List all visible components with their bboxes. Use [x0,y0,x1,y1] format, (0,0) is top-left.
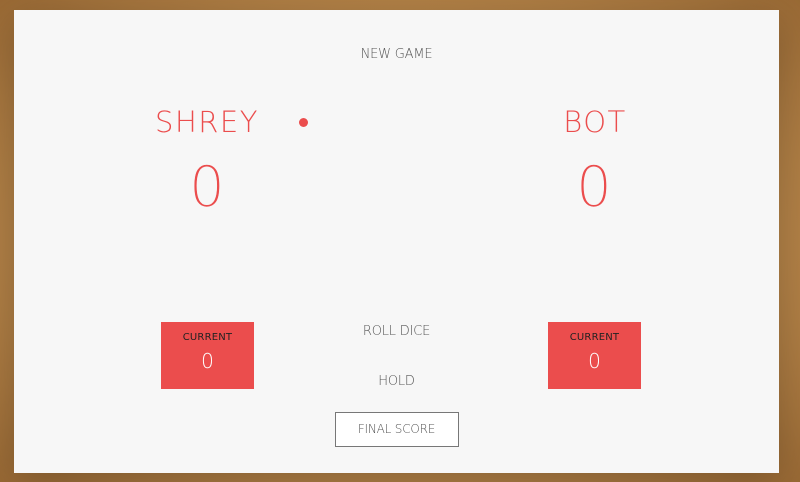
active-player-indicator [299,118,308,127]
final-score-button[interactable]: FINAL SCORE [334,412,459,447]
game-panel: NEW GAME SHREY 0 BOT 0 CURRENT 0 ROLL DI… [14,10,779,473]
player-1-current-box: CURRENT 0 [548,322,641,389]
player-0-current-box: CURRENT 0 [161,322,254,389]
roll-dice-button[interactable]: ROLL DICE [363,324,430,339]
new-game-button[interactable]: NEW GAME [361,47,433,62]
player-1-current-score: 0 [588,349,601,373]
player-0-name: SHREY [155,105,259,139]
hold-button[interactable]: HOLD [378,374,415,389]
player-1-name: BOT [563,105,627,139]
player-1-current-label: CURRENT [569,332,620,343]
player-0-current-score: 0 [201,349,214,373]
player-0-score: 0 [189,155,225,220]
player-0-current-label: CURRENT [182,332,233,343]
player-1-score: 0 [576,155,612,220]
